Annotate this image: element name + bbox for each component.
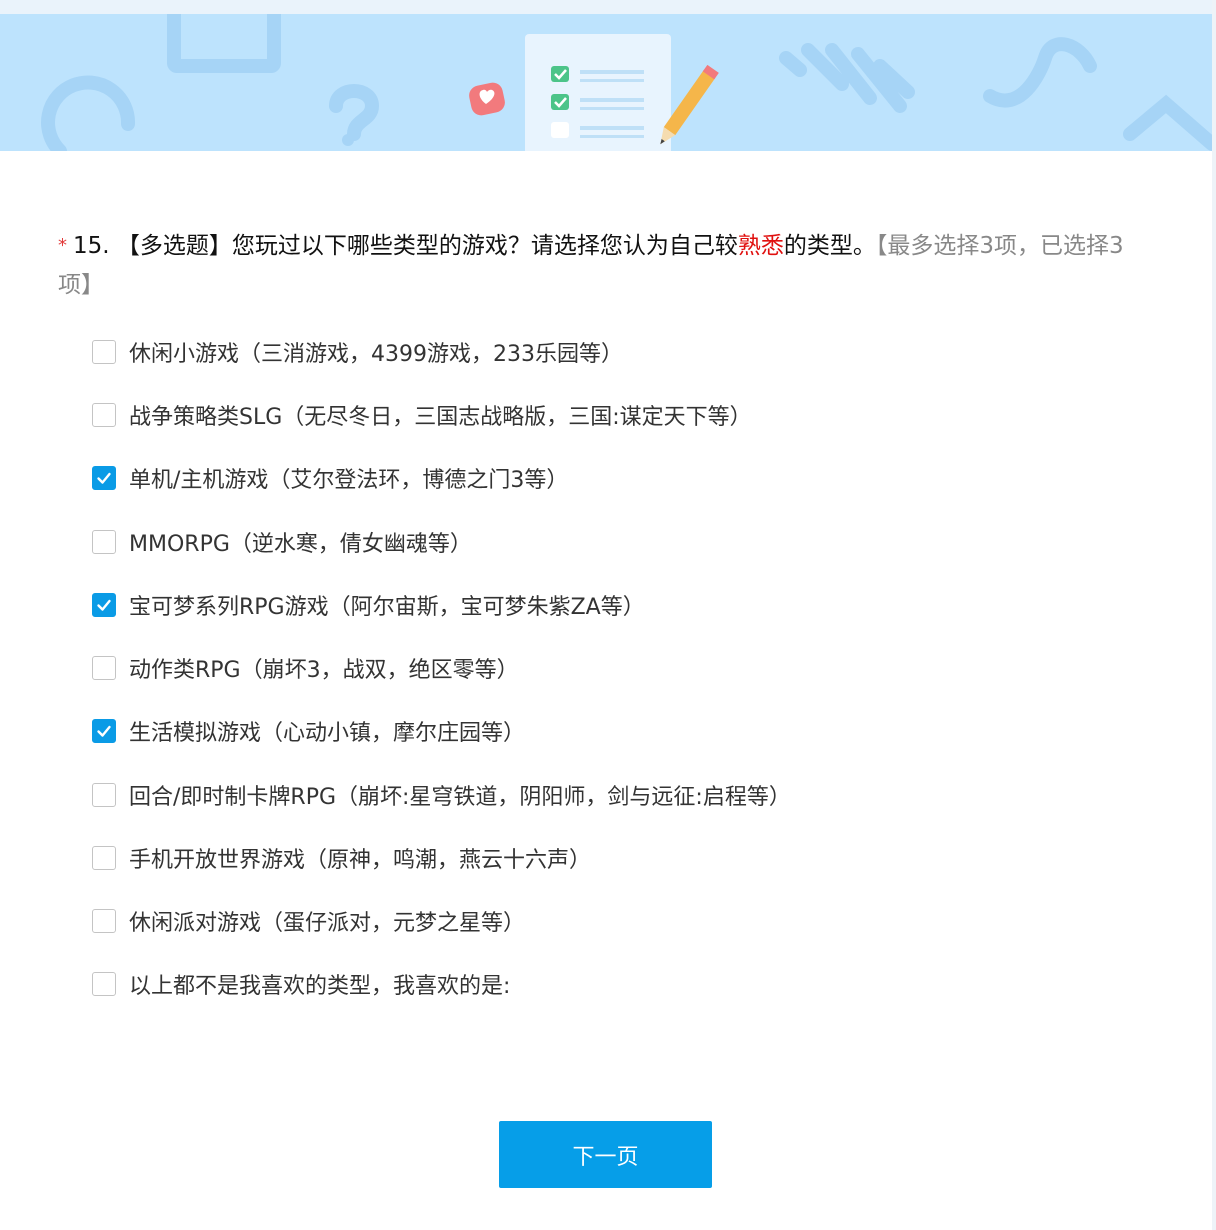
top-strip bbox=[0, 0, 1216, 14]
checklist-icon bbox=[525, 34, 671, 151]
question-text-before: 您玩过以下哪些类型的游戏？请选择您认为自己较 bbox=[231, 233, 738, 259]
option-label: MMORPG（逆水寒，倩女幽魂等） bbox=[129, 532, 472, 557]
option-checkbox[interactable] bbox=[92, 466, 116, 490]
option-item[interactable]: 宝可梦系列RPG游戏（阿尔宙斯，宝可梦朱紫ZA等） bbox=[92, 585, 645, 625]
option-item[interactable]: 手机开放世界游戏（原神，鸣潮，燕云十六声） bbox=[92, 838, 591, 878]
question-text-after: 的类型。 bbox=[783, 233, 876, 259]
option-item[interactable]: 休闲小游戏（三消游戏，4399游戏，233乐园等） bbox=[92, 332, 623, 372]
option-checkbox[interactable] bbox=[92, 972, 116, 996]
option-checkbox[interactable] bbox=[92, 656, 116, 680]
option-label: 动作类RPG（崩坏3，战双，绝区零等） bbox=[129, 658, 519, 683]
option-checkbox[interactable] bbox=[92, 593, 116, 617]
option-label: 回合/即时制卡牌RPG（崩坏:星穹铁道，阴阳师，剑与远征:启程等） bbox=[129, 785, 791, 810]
option-checkbox[interactable] bbox=[92, 719, 116, 743]
option-label: 休闲小游戏（三消游戏，4399游戏，233乐园等） bbox=[129, 342, 623, 367]
option-item[interactable]: 生活模拟游戏（心动小镇，摩尔庄园等） bbox=[92, 711, 525, 751]
option-item[interactable]: 战争策略类SLG（无尽冬日，三国志战略版，三国:谋定天下等） bbox=[92, 395, 752, 435]
question-type-tag: 【多选题】 bbox=[116, 233, 232, 259]
survey-banner bbox=[0, 14, 1212, 151]
option-checkbox[interactable] bbox=[92, 909, 116, 933]
checkmark-icon bbox=[97, 725, 111, 737]
option-item[interactable]: 单机/主机游戏（艾尔登法环，博德之门3等） bbox=[92, 458, 568, 498]
checkmark-icon bbox=[97, 599, 111, 611]
option-label: 手机开放世界游戏（原神，鸣潮，燕云十六声） bbox=[129, 848, 592, 873]
option-checkbox[interactable] bbox=[92, 846, 116, 870]
required-mark: * bbox=[58, 235, 67, 256]
scrollbar-track[interactable] bbox=[1212, 0, 1216, 1230]
option-item[interactable]: 以上都不是我喜欢的类型，我喜欢的是: bbox=[92, 964, 510, 1004]
option-item[interactable]: 回合/即时制卡牌RPG（崩坏:星穹铁道，阴阳师，剑与远征:启程等） bbox=[92, 775, 791, 815]
option-label: 以上都不是我喜欢的类型，我喜欢的是: bbox=[129, 974, 511, 999]
option-item[interactable]: 动作类RPG（崩坏3，战双，绝区零等） bbox=[92, 648, 519, 688]
option-label: 战争策略类SLG（无尽冬日，三国志战略版，三国:谋定天下等） bbox=[129, 405, 752, 430]
question-highlight: 熟悉 bbox=[737, 233, 784, 259]
option-label: 休闲派对游戏（蛋仔派对，元梦之星等） bbox=[129, 911, 526, 936]
option-checkbox[interactable] bbox=[92, 530, 116, 554]
option-item[interactable]: MMORPG（逆水寒，倩女幽魂等） bbox=[92, 522, 472, 562]
checkmark-icon bbox=[97, 472, 111, 484]
option-checkbox[interactable] bbox=[92, 783, 116, 807]
option-label: 宝可梦系列RPG游戏（阿尔宙斯，宝可梦朱紫ZA等） bbox=[129, 595, 645, 620]
option-label: 单机/主机游戏（艾尔登法环，博德之门3等） bbox=[129, 468, 569, 493]
heart-bubble-icon bbox=[469, 82, 505, 116]
option-label: 生活模拟游戏（心动小镇，摩尔庄园等） bbox=[129, 721, 526, 746]
question-title: * 15. 【多选题】您玩过以下哪些类型的游戏？请选择您认为自己较熟悉的类型。【最… bbox=[58, 226, 1158, 305]
question-number: 15. bbox=[73, 233, 110, 259]
option-checkbox[interactable] bbox=[92, 340, 116, 364]
option-checkbox[interactable] bbox=[92, 403, 116, 427]
next-page-button[interactable]: 下一页 bbox=[499, 1121, 712, 1188]
option-item[interactable]: 休闲派对游戏（蛋仔派对，元梦之星等） bbox=[92, 901, 525, 941]
